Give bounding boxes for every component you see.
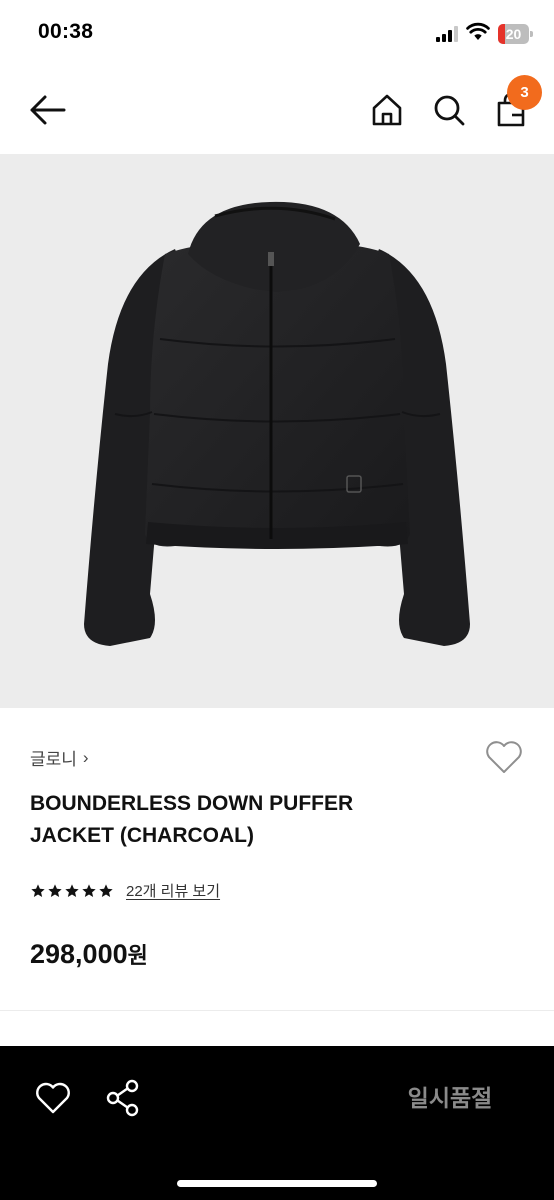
share-icon[interactable] — [104, 1078, 142, 1118]
star-icon — [82, 883, 96, 897]
chevron-right-icon: › — [82, 747, 89, 767]
wifi-icon — [466, 22, 490, 40]
sold-out-button[interactable]: 일시품절 — [370, 1078, 530, 1118]
rating-stars — [30, 883, 114, 899]
cellular-signal-icon — [436, 26, 458, 42]
cart-count-badge: 3 — [507, 75, 542, 110]
home-icon[interactable] — [368, 91, 406, 129]
star-icon — [99, 883, 113, 897]
search-icon[interactable] — [430, 91, 468, 129]
star-icon — [65, 883, 79, 897]
product-title-line2: JACKET (CHARCOAL) — [30, 824, 254, 847]
battery-level: 20 — [505, 26, 522, 42]
home-indicator[interactable] — [177, 1180, 377, 1187]
star-icon — [48, 883, 62, 897]
top-nav-bar — [0, 66, 554, 154]
heart-icon[interactable] — [34, 1080, 72, 1116]
status-bar: 00:38 20 — [0, 0, 554, 66]
price-value: 298,000 — [30, 939, 128, 969]
arrow-left-icon[interactable] — [28, 92, 68, 128]
product-title: BOUNDERLESS DOWN PUFFER JACKET (CHARCOAL… — [30, 788, 460, 852]
price-unit: 원 — [127, 943, 148, 968]
product-title-line1: BOUNDERLESS DOWN PUFFER — [30, 792, 354, 815]
heart-icon[interactable] — [484, 738, 524, 776]
brand-name: 글로니 — [30, 750, 77, 769]
section-divider — [0, 1010, 554, 1011]
review-link[interactable]: 22개 리뷰 보기 — [126, 880, 220, 901]
bottom-action-bar — [0, 1046, 554, 1200]
star-icon — [31, 883, 45, 897]
brand-link[interactable]: 글로니 › — [30, 745, 89, 770]
rating-row: 22개 리뷰 보기 — [30, 880, 220, 901]
product-image[interactable] — [0, 154, 554, 708]
status-time: 00:38 — [38, 20, 94, 43]
battery-icon: 20 — [498, 24, 533, 44]
product-price: 298,000 원 — [30, 938, 148, 970]
puffer-jacket-illustration — [84, 201, 470, 646]
